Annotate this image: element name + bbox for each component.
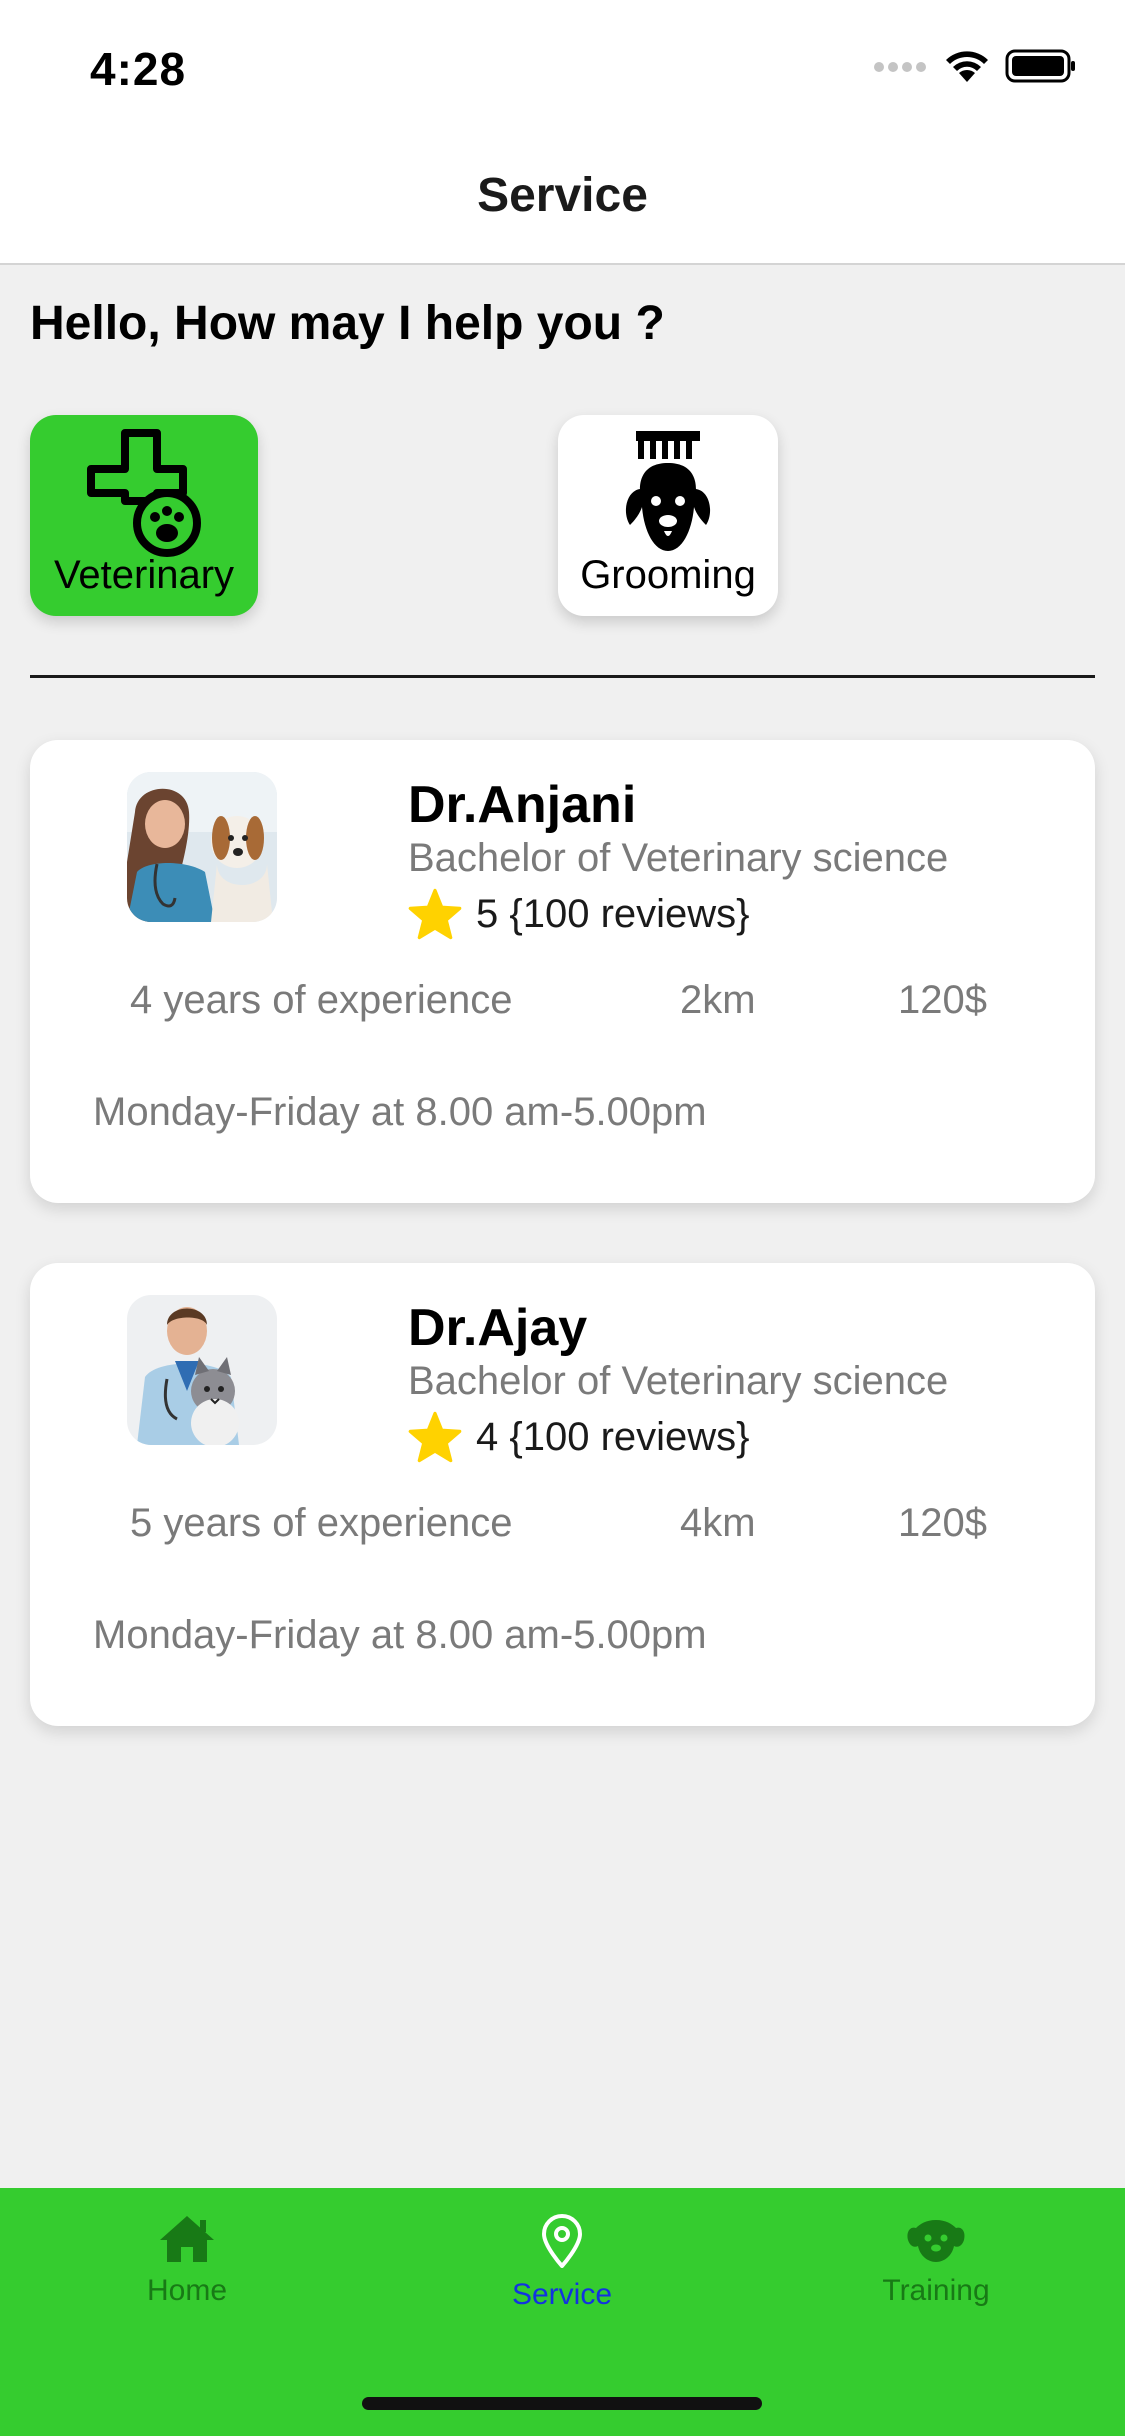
tab-home[interactable]: Home [57, 2214, 317, 2308]
medical-cross-paw-icon [87, 429, 201, 557]
doctor-name: Dr.Anjani [408, 776, 637, 834]
wifi-icon [946, 51, 988, 82]
star-icon [408, 1411, 462, 1463]
section-divider [30, 675, 1095, 678]
price-text: 120$ [898, 978, 987, 1022]
star-icon [408, 888, 462, 940]
page-title: Service [477, 169, 648, 222]
category-label: Grooming [580, 553, 756, 597]
category-label: Veterinary [53, 553, 235, 597]
tab-service[interactable]: Service [432, 2214, 692, 2312]
status-time: 4:28 [90, 43, 187, 95]
rating-row: 4 {100 reviews} [408, 1411, 750, 1463]
top-bar: 4:28 Service [0, 0, 1125, 265]
dog-comb-icon [625, 431, 711, 551]
doctor-name: Dr.Ajay [408, 1299, 588, 1357]
bottom-tab-bar: Home Service Training [0, 2188, 1125, 2436]
category-grooming[interactable]: Grooming [558, 415, 778, 616]
location-pin-icon [542, 2214, 582, 2268]
rating-row: 5 {100 reviews} [408, 888, 750, 940]
doctor-degree: Bachelor of Veterinary science [408, 1359, 949, 1403]
experience-text: 5 years of experience [130, 1501, 513, 1545]
distance-text: 4km [680, 1501, 756, 1545]
tab-training[interactable]: Training [806, 2214, 1066, 2308]
tab-label: Training [882, 2274, 990, 2307]
home-icon [160, 2216, 214, 2262]
greeting-heading: Hello, How may I help you ? [30, 297, 665, 350]
rating-text: 4 {100 reviews} [476, 1414, 750, 1459]
status-icons [873, 48, 1077, 84]
doctor-avatar [127, 772, 277, 922]
doctor-card[interactable]: Dr.Anjani Bachelor of Veterinary science… [30, 740, 1095, 1203]
cellular-signal-icon [874, 62, 926, 72]
doctor-avatar [127, 1295, 277, 1445]
home-indicator [362, 2397, 762, 2410]
rating-text: 5 {100 reviews} [476, 891, 750, 936]
category-veterinary[interactable]: Veterinary [30, 415, 258, 616]
hours-text: Monday-Friday at 8.00 am-5.00pm [93, 1613, 707, 1657]
hours-text: Monday-Friday at 8.00 am-5.00pm [93, 1090, 707, 1134]
experience-text: 4 years of experience [130, 978, 513, 1022]
tab-label: Service [511, 2278, 613, 2311]
doctor-degree: Bachelor of Veterinary science [408, 836, 949, 880]
doctor-card[interactable]: Dr.Ajay Bachelor of Veterinary science 4… [30, 1263, 1095, 1726]
tab-label: Home [146, 2274, 228, 2307]
distance-text: 2km [680, 978, 756, 1022]
battery-icon [1005, 49, 1075, 83]
price-text: 120$ [898, 1501, 987, 1545]
dog-face-icon [907, 2220, 965, 2262]
